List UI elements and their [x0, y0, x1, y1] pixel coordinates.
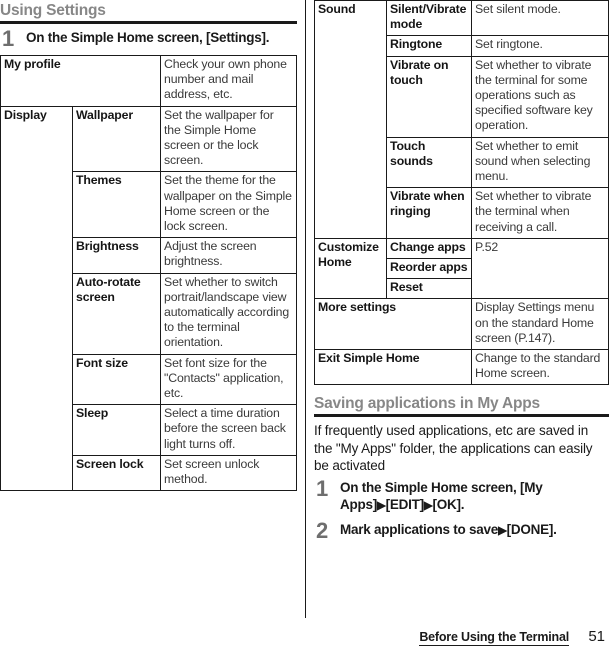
setting-name: Vibrate on touch: [386, 55, 472, 138]
setting-description: Set silent mode.: [471, 0, 609, 37]
page-title: Using Settings: [0, 0, 297, 24]
setting-name: Exit Simple Home: [314, 349, 472, 386]
footer-chapter-title: Before Using the Terminal: [419, 630, 569, 646]
setting-name: Reset: [386, 278, 472, 300]
step-number: 1: [316, 475, 329, 501]
setting-group-name: Sound: [314, 0, 387, 239]
step-1-left: 1 On the Simple Home screen, [Settings].: [0, 26, 297, 51]
step-text-part: Mark applications to save: [340, 521, 499, 537]
setting-description: Set whether to vibrate the terminal when…: [471, 187, 609, 239]
table-row: Display Wallpaper Set the wallpaper for …: [0, 105, 297, 492]
setting-description: Select a time duration before the screen…: [160, 404, 297, 456]
page-number: 51: [588, 628, 605, 645]
setting-description: Set the theme for the wallpaper on the S…: [160, 171, 297, 239]
step-text-part: [EDIT]: [385, 496, 425, 512]
setting-name: Silent/Vibrate mode: [386, 0, 472, 37]
setting-name: Wallpaper: [71, 105, 162, 173]
arrow-right-icon: ▶: [377, 499, 386, 512]
setting-name: Screen lock: [71, 454, 162, 492]
intro-paragraph: If frequently used applications, etc are…: [314, 423, 593, 474]
setting-description: Adjust the screen brightness.: [160, 237, 297, 274]
right-column: Sound Silent/Vibrate mode Set silent mod…: [306, 0, 609, 648]
setting-name: Reorder apps: [386, 258, 472, 280]
step-2-right: 2 Mark applications to save▶[DONE].: [314, 517, 609, 543]
step-number: 1: [2, 26, 15, 51]
step-instruction: On the Simple Home screen, [My Apps]▶[ED…: [340, 479, 609, 515]
manual-page: Using Settings 1 On the Simple Home scre…: [0, 0, 609, 648]
step-instruction: Mark applications to save▶[DONE].: [340, 521, 609, 540]
setting-description: Set whether to vibrate the terminal for …: [471, 55, 609, 138]
section-title-saving-applications: Saving applications in My Apps: [314, 393, 609, 418]
table-row: Exit Simple Home Change to the standard …: [314, 349, 609, 386]
setting-name: Ringtone: [386, 35, 472, 57]
step-number: 2: [316, 517, 329, 543]
table-row: Sound Silent/Vibrate mode Set silent mod…: [314, 0, 609, 239]
setting-name: My profile: [0, 55, 162, 107]
setting-description: Set ringtone.: [471, 35, 609, 57]
setting-description: P.52: [471, 237, 609, 300]
table-row: Customize Home Change apps P.52: [314, 237, 609, 300]
setting-name: Brightness: [71, 237, 162, 274]
step-1-right: 1 On the Simple Home screen, [My Apps]▶[…: [314, 475, 609, 515]
arrow-right-icon: ▶: [498, 524, 507, 537]
setting-group-name: Display: [0, 105, 73, 492]
setting-description: Set the wallpaper for the Simple Home sc…: [160, 105, 297, 173]
setting-description: Set font size for the "Contacts" applica…: [160, 353, 297, 406]
setting-description: Set whether to emit sound when selecting…: [471, 136, 609, 189]
page-footer: Before Using the Terminal 51: [0, 628, 609, 646]
table-row: More settings Display Settings menu on t…: [314, 298, 609, 351]
setting-description: Set whether to switch portrait/landscape…: [160, 272, 297, 355]
settings-table-left: My profile Check your own phone number a…: [0, 55, 297, 492]
setting-name: Auto-rotate screen: [71, 272, 162, 355]
settings-table-right: Sound Silent/Vibrate mode Set silent mod…: [314, 0, 609, 386]
setting-name: Vibrate when ringing: [386, 187, 472, 239]
step-instruction: On the Simple Home screen, [Settings].: [26, 30, 270, 45]
setting-group-name: Customize Home: [314, 237, 387, 300]
left-column: Using Settings 1 On the Simple Home scre…: [0, 0, 305, 648]
setting-description: Set screen unlock method.: [160, 454, 297, 492]
setting-name: More settings: [314, 298, 472, 351]
setting-description: Check your own phone number and mail add…: [160, 55, 297, 107]
table-row: My profile Check your own phone number a…: [0, 55, 297, 107]
setting-name: Change apps: [386, 237, 472, 260]
step-text-part: [OK].: [432, 496, 465, 512]
step-text-part: [DONE].: [506, 521, 557, 537]
setting-name: Font size: [71, 353, 162, 406]
setting-description: Change to the standard Home screen.: [471, 349, 609, 386]
setting-name: Sleep: [71, 404, 162, 456]
setting-name: Touch sounds: [386, 136, 472, 189]
setting-name: Themes: [71, 171, 162, 239]
setting-description: Display Settings menu on the standard Ho…: [471, 298, 609, 351]
